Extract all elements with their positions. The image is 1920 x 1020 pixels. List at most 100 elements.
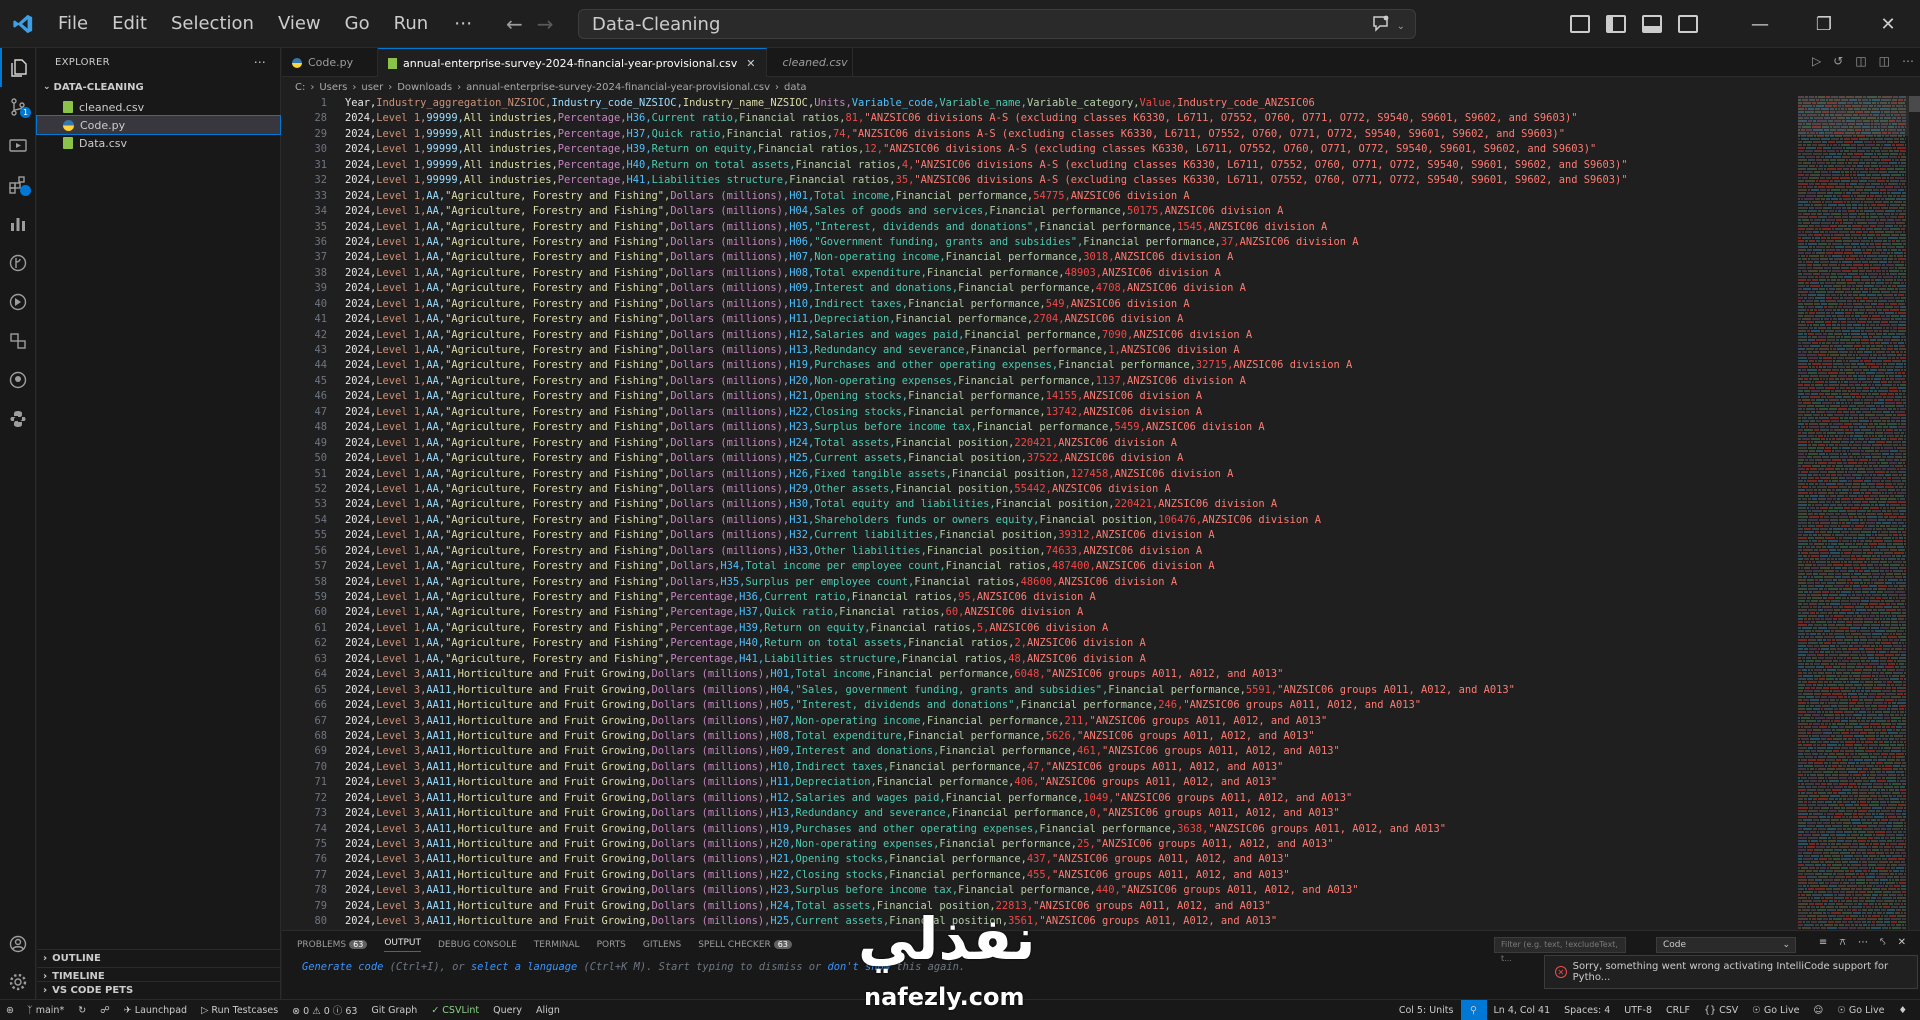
toggle-primary-sidebar-icon[interactable] (1606, 15, 1626, 33)
line-text: 2024,Level 3,AA11,Horticulture and Fruit… (327, 883, 1358, 898)
git-graph-icon[interactable] (0, 243, 36, 282)
minimap-mark (1806, 489, 1813, 491)
copilot-chat-icon[interactable] (1371, 15, 1391, 38)
breadcrumb-item[interactable]: Downloads (397, 82, 452, 93)
tab-annual-enterprise-survey-csv[interactable]: annual-enterprise-survey-2024-financial-… (378, 48, 767, 77)
menu-more-button[interactable]: ⋯ (440, 0, 486, 48)
minimap-mark (1891, 417, 1900, 419)
tab-code-py[interactable]: Code.py (282, 48, 378, 77)
split-editor-icon[interactable]: ◫ (1879, 54, 1890, 68)
minimap-mark (1881, 321, 1888, 323)
minimap-mark (1857, 174, 1865, 176)
command-center-search[interactable]: Data-Cleaning ⌄ (578, 9, 1416, 39)
minimap-mark (1834, 429, 1844, 431)
minimap-mark (1798, 432, 1801, 434)
minimap-mark (1798, 402, 1802, 404)
accounts-icon[interactable] (0, 924, 36, 963)
testing-icon[interactable] (0, 282, 36, 321)
csv-cell: AA, (426, 467, 446, 480)
minimap-mark (1798, 210, 1807, 212)
menu-edit[interactable]: Edit (100, 0, 159, 48)
more-actions-icon[interactable]: ⋯ (1902, 54, 1914, 68)
minimap-mark (1812, 237, 1814, 239)
minimap-mark (1888, 240, 1891, 242)
csv-cell: Value, (1139, 97, 1178, 109)
csv-cell: ANZSIC06 division A (1058, 436, 1178, 449)
folder-data-cleaning[interactable]: ⌄ DATA-CLEANING (37, 76, 280, 98)
minimap-mark (1900, 357, 1906, 359)
explorer-icon[interactable] (0, 48, 36, 87)
minimap-mark (1872, 594, 1881, 596)
csv-cell: ANZSIC06 division A (1208, 220, 1328, 233)
source-control-icon[interactable]: 1 (0, 87, 36, 126)
minimap-mark (1835, 861, 1841, 863)
customize-layout-icon[interactable] (1570, 15, 1590, 33)
charts-icon[interactable] (0, 204, 36, 243)
minimap-mark (1893, 327, 1897, 329)
minimap-mark (1869, 459, 1871, 461)
restore-icon[interactable]: ❐ (1792, 0, 1856, 48)
section-vscode-pets[interactable]: › VS CODE PETS (37, 981, 281, 999)
minimap-mark (1849, 678, 1854, 680)
extensions-icon[interactable] (0, 165, 36, 204)
minimap-mark (1870, 339, 1876, 341)
minimap-mark (1798, 333, 1803, 335)
minimap-mark (1813, 267, 1823, 269)
python-icon[interactable] (0, 399, 36, 438)
minimap-mark (1828, 183, 1838, 185)
settings-gear-icon[interactable] (0, 962, 36, 1001)
menu-go[interactable]: Go (333, 0, 382, 48)
csv-cell: "Agriculture, Forestry and Fishing", (445, 606, 671, 619)
minimap-mark (1849, 360, 1859, 362)
open-preview-icon[interactable]: ◫ (1855, 54, 1866, 68)
remote-explorer-icon[interactable] (0, 321, 36, 360)
menu-run[interactable]: Run (382, 0, 441, 48)
minimap-mark (1822, 369, 1831, 371)
breadcrumb-item[interactable]: data (784, 82, 807, 93)
minimap-mark (1883, 477, 1886, 479)
menu-view[interactable]: View (266, 0, 333, 48)
menu-selection[interactable]: Selection (159, 0, 266, 48)
file-item-data-csv[interactable]: Data.csv (37, 134, 280, 152)
breadcrumb-item[interactable]: annual-enterprise-survey-2024-financial-… (466, 82, 770, 93)
chevron-down-icon[interactable]: ⌄ (1397, 21, 1405, 32)
forward-arrow-icon[interactable]: → (537, 12, 554, 36)
minimap-mark (1899, 768, 1903, 770)
csv-cell: 54775, (1033, 189, 1071, 202)
minimap-mark (1903, 474, 1906, 476)
breadcrumb-item[interactable]: user (361, 82, 383, 93)
section-outline[interactable]: › OUTLINE (37, 949, 281, 967)
run-file-icon[interactable]: ▷ (1812, 54, 1821, 68)
minimap-mark (1810, 285, 1820, 287)
back-arrow-icon[interactable]: ← (506, 12, 523, 36)
toggle-secondary-sidebar-icon[interactable] (1678, 15, 1698, 33)
minimize-icon[interactable]: — (1728, 0, 1792, 48)
github-icon[interactable] (0, 360, 36, 399)
toggle-panel-icon[interactable] (1642, 15, 1662, 33)
minimap-mark (1896, 597, 1898, 599)
minimap-mark (1901, 228, 1905, 230)
close-window-icon[interactable]: ✕ (1856, 0, 1920, 48)
minimap[interactable] (1798, 96, 1908, 930)
minimap-mark (1899, 153, 1902, 155)
minimap-mark (1881, 480, 1884, 482)
file-item-cleaned-csv[interactable]: cleaned.csv (37, 98, 280, 116)
breadcrumb-item[interactable]: C: (295, 82, 305, 93)
csv-cell: 22813, (995, 899, 1034, 912)
vscode-logo-icon[interactable] (0, 0, 46, 48)
file-item-code-py[interactable]: Code.py (36, 115, 281, 135)
tab-cleaned-csv[interactable]: cleaned.csv (767, 48, 853, 77)
timeline-icon[interactable]: ↺ (1833, 54, 1843, 68)
breadcrumb-item[interactable]: Users (319, 82, 347, 93)
minimap-mark (1904, 435, 1906, 437)
csv-cell: "ANZSIC06 groups A011, A012, and A013" (1076, 729, 1315, 742)
menu-file[interactable]: File (46, 0, 100, 48)
close-tab-icon[interactable]: ✕ (746, 57, 755, 70)
minimap-mark (1798, 486, 1801, 488)
more-actions-icon[interactable]: ⋯ (254, 55, 266, 69)
minimap-mark (1868, 792, 1875, 794)
code-editor[interactable]: 1 Year,Industry_aggregation_NZSIOC,Indust… (282, 96, 1797, 930)
run-debug-icon[interactable] (0, 126, 36, 165)
csv-cell: 2024, (345, 112, 377, 125)
minimap-mark (1896, 507, 1906, 509)
